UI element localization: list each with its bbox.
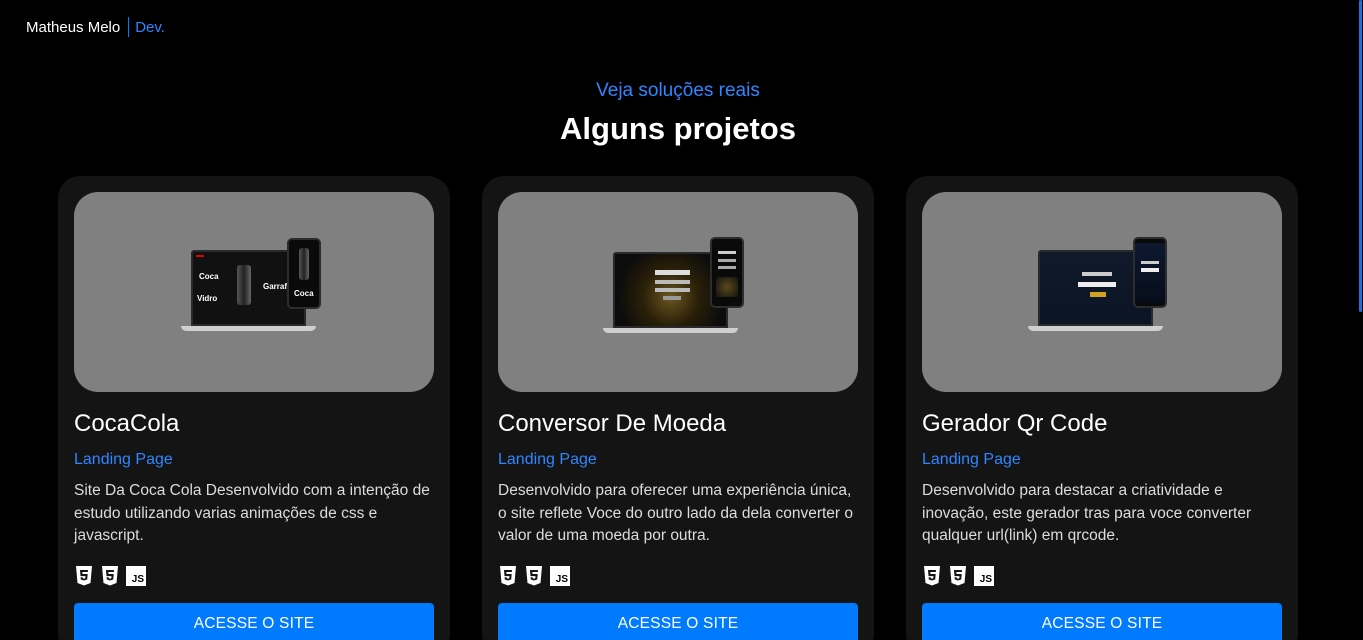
tech-icons: JS xyxy=(74,564,146,586)
project-thumbnail[interactable] xyxy=(498,192,858,392)
phone-mockup xyxy=(710,237,744,308)
project-description: Desenvolvido para destacar a criatividad… xyxy=(922,482,1252,544)
project-tag[interactable]: Landing Page xyxy=(922,451,1021,469)
project-thumbnail[interactable] xyxy=(922,192,1282,392)
js-icon: JS xyxy=(974,564,994,586)
scrollbar-thumb[interactable] xyxy=(1359,0,1362,312)
mockup-text: Garraf xyxy=(263,282,288,291)
project-description: Site Da Coca Cola Desenvolvido com a int… xyxy=(74,482,430,544)
css3-icon xyxy=(524,564,544,586)
phone-mockup: Coca xyxy=(287,238,321,309)
laptop-base xyxy=(603,328,738,333)
project-tag[interactable]: Landing Page xyxy=(498,451,597,469)
js-badge: JS xyxy=(974,566,994,586)
brand-logo[interactable]: Matheus Melo Dev. xyxy=(26,17,165,37)
project-card-qrcode: Gerador Qr Code Landing Page Desenvolvid… xyxy=(906,176,1298,640)
brand-suffix: Dev. xyxy=(135,18,165,36)
section-subtitle: Veja soluções reais xyxy=(596,80,760,101)
page: Matheus Melo Dev. Veja soluções reais Al… xyxy=(0,0,1363,640)
mockup-text: Vidro xyxy=(197,294,218,303)
project-card-conversor: Conversor De Moeda Landing Page Desenvol… xyxy=(482,176,874,640)
laptop-base xyxy=(181,326,316,331)
visit-site-button[interactable]: ACESSE O SITE xyxy=(498,603,858,640)
visit-site-button[interactable]: ACESSE O SITE xyxy=(74,603,434,640)
mockup-text: Coca xyxy=(199,272,219,281)
js-badge: JS xyxy=(550,566,570,586)
tech-icons: JS xyxy=(922,564,994,586)
phone-mockup xyxy=(1133,237,1167,308)
css3-icon xyxy=(948,564,968,586)
js-icon: JS xyxy=(550,564,570,586)
laptop-base xyxy=(1028,326,1163,331)
js-badge: JS xyxy=(126,566,146,586)
js-icon: JS xyxy=(126,564,146,586)
brand-name: Matheus Melo xyxy=(26,18,121,36)
visit-site-button[interactable]: ACESSE O SITE xyxy=(922,603,1282,640)
project-thumbnail[interactable]: Coca Vidro Garraf Coca xyxy=(74,192,434,392)
project-tag[interactable]: Landing Page xyxy=(74,451,173,469)
html5-icon xyxy=(498,564,518,586)
project-description: Desenvolvido para oferecer uma experiênc… xyxy=(498,482,854,544)
project-title: Gerador Qr Code xyxy=(922,410,1108,437)
html5-icon xyxy=(74,564,94,586)
page-scrollbar[interactable] xyxy=(1357,0,1363,640)
mockup-text: Coca xyxy=(294,289,314,298)
tech-icons: JS xyxy=(498,564,570,586)
section-title: Alguns projetos xyxy=(560,111,796,146)
html5-icon xyxy=(922,564,942,586)
brand-divider xyxy=(128,17,130,37)
project-title: CocaCola xyxy=(74,410,180,437)
project-card-cocacola: Coca Vidro Garraf Coca CocaCola Landing … xyxy=(58,176,450,640)
project-title: Conversor De Moeda xyxy=(498,410,727,437)
css3-icon xyxy=(100,564,120,586)
